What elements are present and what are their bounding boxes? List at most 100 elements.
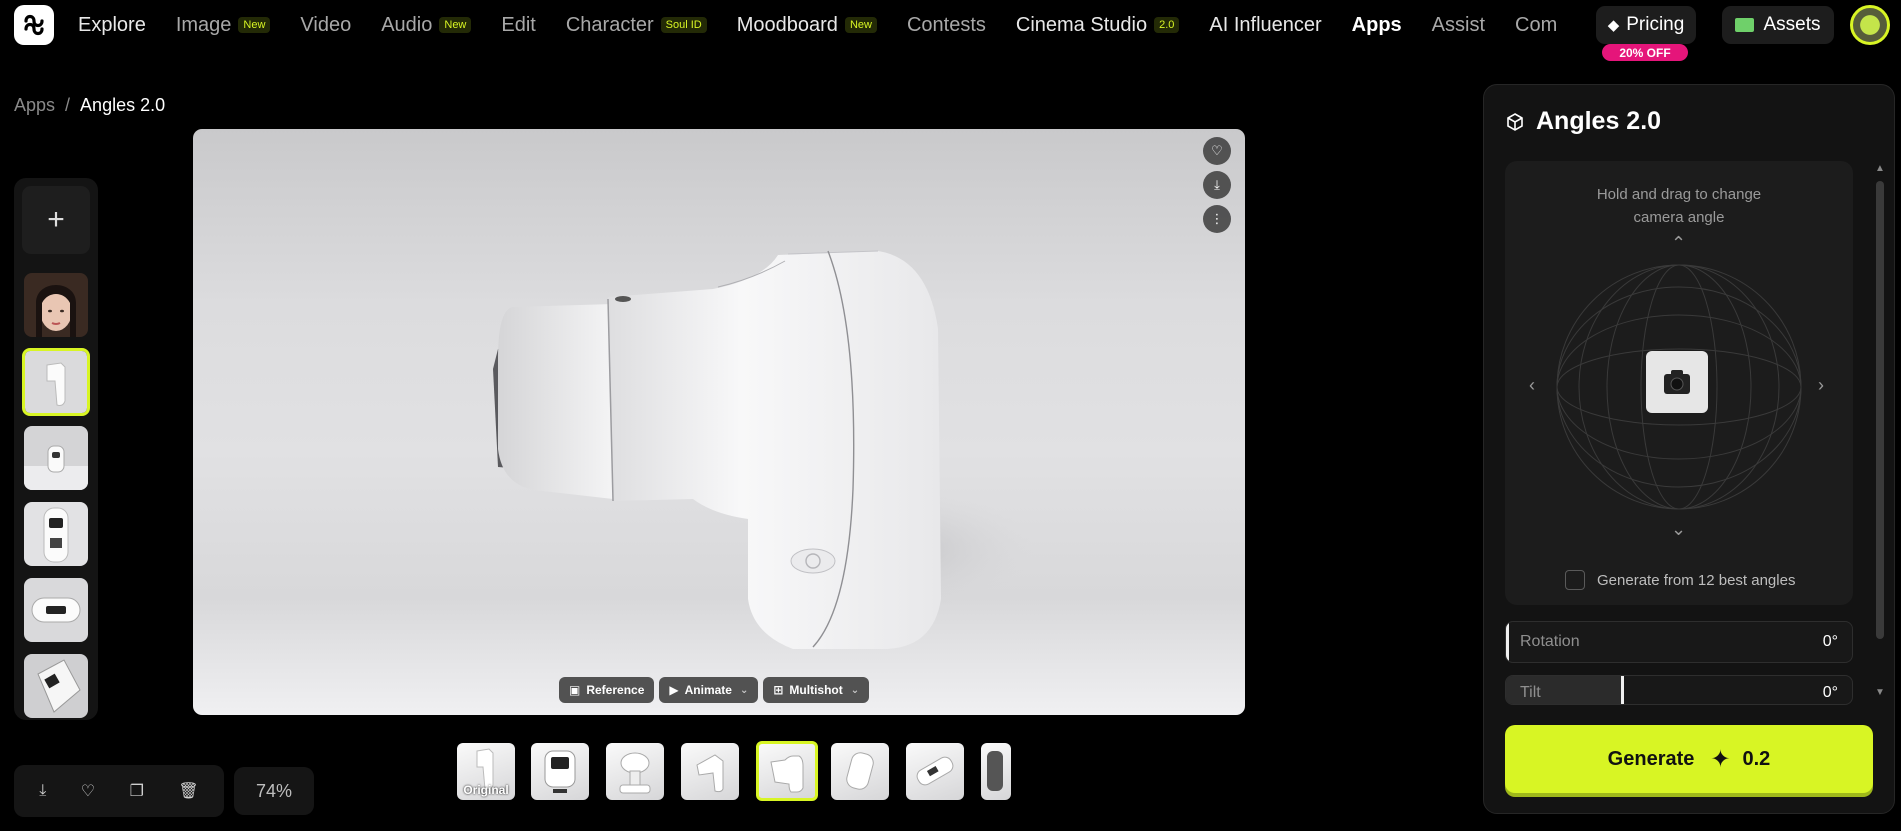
- gallery-thumbnail[interactable]: [906, 743, 964, 800]
- tilt-slider[interactable]: Tilt 0°: [1505, 675, 1853, 705]
- input-thumbnail[interactable]: [24, 502, 88, 566]
- chevron-down-icon[interactable]: ⌄: [1671, 519, 1686, 540]
- nav-badge: Soul ID: [660, 17, 707, 33]
- plus-icon: +: [47, 203, 65, 236]
- rotation-slider[interactable]: Rotation 0°: [1505, 621, 1853, 663]
- nav-item-label: Explore: [78, 13, 146, 36]
- download-icon[interactable]: ⤓: [1203, 171, 1231, 199]
- generate-best-angles-option[interactable]: Generate from 12 best angles: [1565, 570, 1795, 590]
- nav-item-explore[interactable]: Explore: [78, 14, 146, 37]
- zoom-level[interactable]: 74%: [234, 767, 314, 815]
- video-icon: ▶: [669, 683, 679, 697]
- tilt-label: Tilt: [1520, 684, 1541, 701]
- nav-item-label: Cinema Studio: [1015, 13, 1148, 36]
- assets-button[interactable]: Assets: [1722, 6, 1834, 44]
- gallery-thumbnail[interactable]: [531, 743, 589, 800]
- main-image-viewer[interactable]: ♡ ⤓ ⋮ ▣ Reference ▶ Animate ⌄ ⊞ Multishot ⌄: [193, 129, 1245, 715]
- discount-badge: 20% OFF: [1602, 44, 1688, 61]
- trash-icon[interactable]: 🗑: [178, 781, 198, 801]
- nav-item-moodboard[interactable]: Moodboard New: [737, 14, 877, 37]
- panel-title: Angles 2.0: [1506, 107, 1661, 136]
- nav-item-audio[interactable]: Audio New: [381, 14, 472, 37]
- animate-button[interactable]: ▶ Animate ⌄: [659, 677, 759, 703]
- breadcrumb-separator: /: [65, 95, 71, 115]
- slider-handle[interactable]: [1506, 622, 1509, 662]
- drag-hint: Hold and drag to change camera angle: [1505, 183, 1853, 229]
- input-thumbnail[interactable]: [24, 654, 88, 718]
- nav-item-character[interactable]: Character Soul ID: [566, 14, 707, 37]
- viewer-toolbar: ▣ Reference ▶ Animate ⌄ ⊞ Multishot ⌄: [559, 677, 874, 703]
- gallery-thumbnail-selected[interactable]: [756, 741, 818, 801]
- camera-angle-control[interactable]: Hold and drag to change camera angle ⌃ ⌄…: [1505, 161, 1853, 605]
- nav-item-label: Apps: [1351, 13, 1402, 36]
- generated-thumbnails-strip: Original: [457, 741, 1012, 801]
- chevron-right-icon[interactable]: ›: [1818, 375, 1824, 396]
- download-icon[interactable]: ⤓: [39, 782, 46, 800]
- diamond-icon: ◆: [1607, 17, 1620, 34]
- nav-item-video[interactable]: Video: [300, 14, 351, 37]
- nav-item-com[interactable]: Com: [1515, 14, 1557, 37]
- heart-icon[interactable]: ♡: [81, 781, 95, 801]
- nav-item-label: Image: [175, 13, 232, 36]
- profile-avatar[interactable]: [1850, 5, 1890, 45]
- more-options-icon[interactable]: ⋮: [1203, 205, 1231, 233]
- input-thumbnail-portrait[interactable]: [24, 273, 88, 337]
- gallery-thumbnail[interactable]: [606, 743, 664, 800]
- tool-label: Animate: [684, 683, 732, 697]
- hint-line: Hold and drag to change: [1596, 186, 1762, 203]
- nav-items: Explore Image New Video Audio New Edit Characte…: [78, 0, 1587, 50]
- breadcrumb-apps-link[interactable]: Apps: [14, 95, 55, 116]
- checkbox[interactable]: [1565, 570, 1585, 590]
- nav-item-label: Assist: [1431, 13, 1486, 36]
- nav-item-label: AI Influencer: [1209, 13, 1322, 36]
- favorite-heart-icon[interactable]: ♡: [1203, 137, 1231, 165]
- tool-label: Reference: [586, 683, 645, 697]
- nav-item-assist[interactable]: Assist: [1432, 14, 1485, 37]
- add-image-button[interactable]: +: [22, 186, 90, 254]
- nav-item-contests[interactable]: Contests: [907, 14, 986, 37]
- generate-button[interactable]: Generate ✦ 0.2: [1505, 725, 1873, 793]
- chevron-down-icon[interactable]: ⌄: [740, 685, 748, 696]
- chevron-down-icon[interactable]: ⌄: [851, 685, 859, 696]
- nav-item-label: Moodboard: [736, 13, 838, 36]
- scroll-down-icon[interactable]: ▼: [1875, 687, 1885, 698]
- input-thumbnail[interactable]: [24, 578, 88, 642]
- gallery-thumbnail[interactable]: [681, 743, 739, 800]
- nav-badge: 2.0: [1154, 17, 1180, 33]
- panel-scrollbar[interactable]: ▲ ▼: [1874, 163, 1885, 703]
- generate-label: Generate: [1607, 747, 1695, 770]
- folder-add-icon[interactable]: ❐: [130, 781, 144, 801]
- camera-position-cube[interactable]: [1646, 351, 1708, 413]
- input-thumbnail-selected[interactable]: [22, 348, 90, 416]
- tilt-value: 0°: [1822, 684, 1838, 701]
- chevron-left-icon[interactable]: ‹: [1529, 375, 1535, 396]
- slider-handle[interactable]: [1620, 676, 1624, 704]
- gallery-thumbnail-original[interactable]: Original: [457, 743, 515, 800]
- nav-item-image[interactable]: Image New: [176, 14, 271, 37]
- nav-item-label: Character: [565, 13, 654, 36]
- nav-item-label: Com: [1515, 13, 1558, 36]
- product-image: [493, 250, 1033, 649]
- gallery-thumbnail[interactable]: [831, 743, 889, 800]
- input-thumbnail[interactable]: [24, 426, 88, 490]
- generate-cost: 0.2: [1742, 747, 1771, 770]
- reference-button[interactable]: ▣ Reference: [559, 677, 655, 703]
- nav-item-label: Edit: [501, 13, 536, 36]
- nav-item-cinema-studio[interactable]: Cinema Studio 2.0: [1015, 13, 1180, 37]
- rotation-label: Rotation: [1520, 633, 1580, 650]
- pricing-button[interactable]: ◆ Pricing: [1596, 6, 1696, 44]
- multishot-button[interactable]: ⊞ Multishot ⌄: [763, 677, 870, 703]
- panel-title-text: Angles 2.0: [1536, 107, 1662, 135]
- generate-best-angles-label: Generate from 12 best angles: [1597, 571, 1796, 589]
- breadcrumb: Apps / Angles 2.0: [14, 95, 165, 116]
- logo-icon[interactable]: [14, 5, 54, 45]
- nav-item-apps[interactable]: Apps: [1352, 14, 1402, 37]
- nav-item-ai-influencer[interactable]: AI Influencer: [1209, 14, 1321, 37]
- scrollbar-thumb[interactable]: [1876, 181, 1884, 639]
- nav-item-edit[interactable]: Edit: [501, 14, 535, 37]
- top-nav: Explore Image New Video Audio New Edit Characte…: [0, 0, 1901, 61]
- breadcrumb-current: Angles 2.0: [80, 95, 166, 115]
- chevron-up-icon[interactable]: ⌃: [1671, 233, 1686, 254]
- scroll-up-icon[interactable]: ▲: [1875, 163, 1885, 174]
- gallery-thumbnail-partial[interactable]: [981, 743, 1011, 800]
